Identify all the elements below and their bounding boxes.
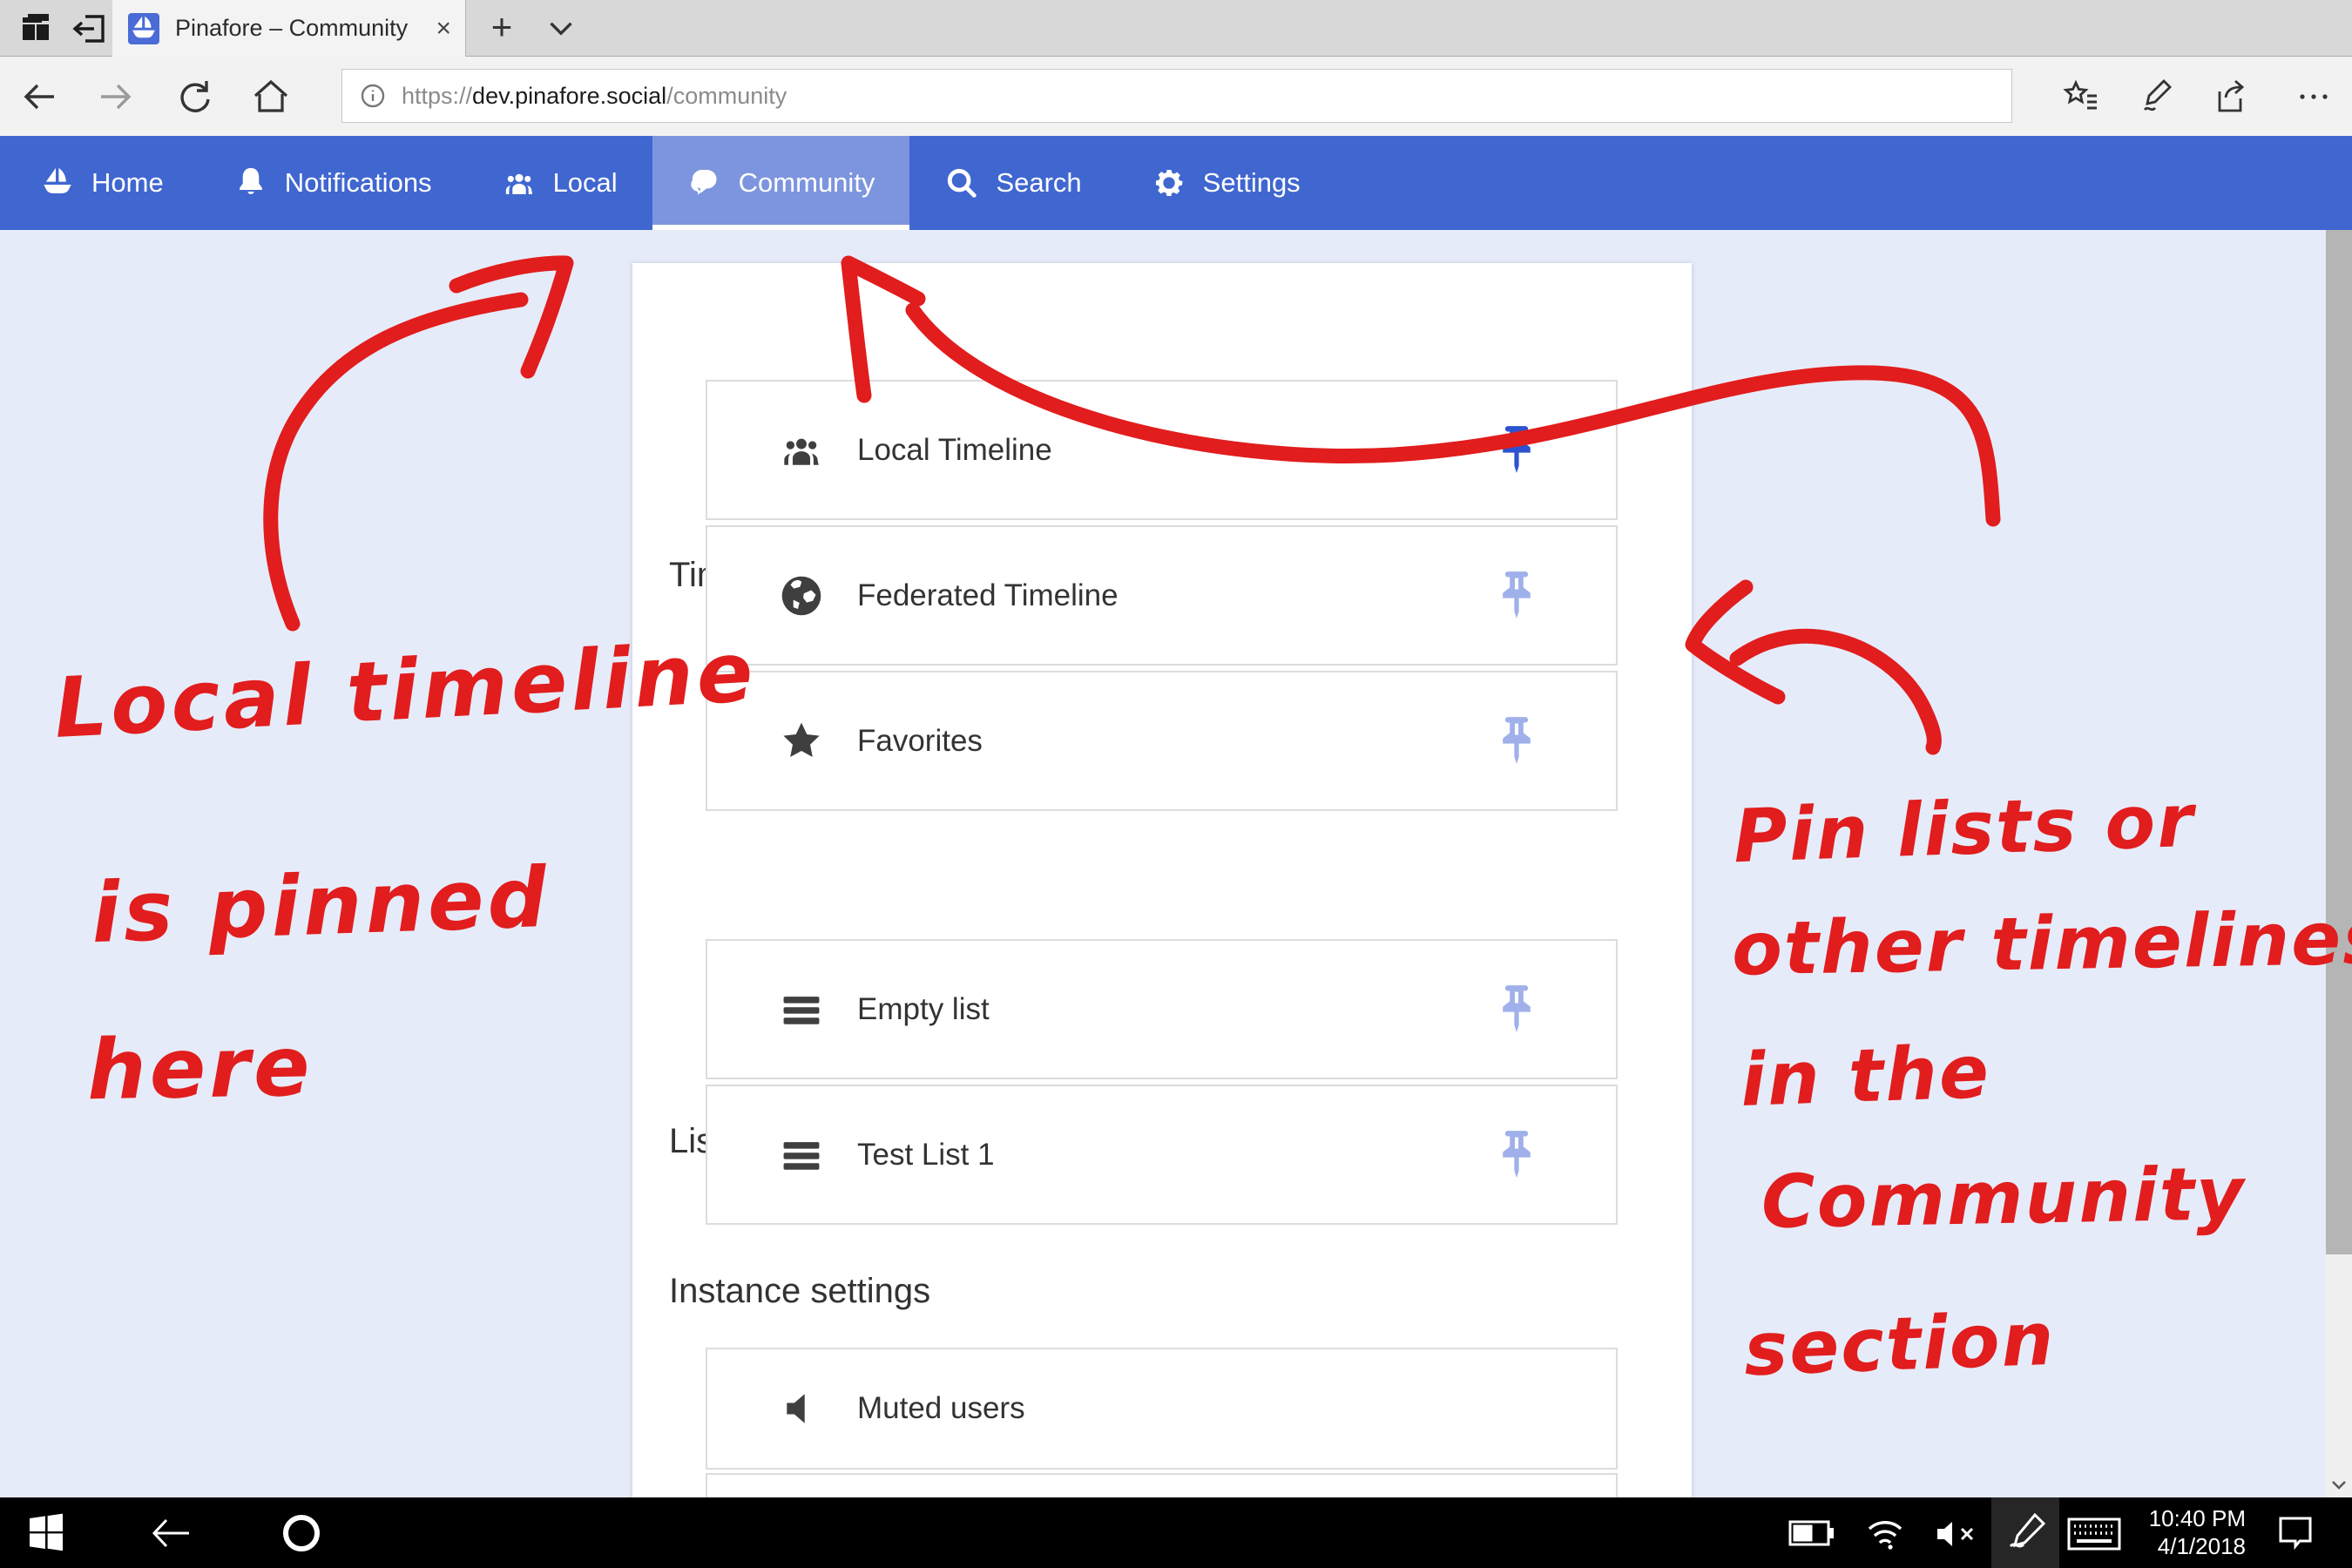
url-path: /community [666,83,787,109]
forward-icon[interactable] [96,77,136,117]
pin-icon[interactable] [1494,570,1539,622]
list-icon [779,987,824,1032]
pinafore-nav: Home Notifications Local Community Searc… [0,136,2352,230]
row-local-timeline[interactable]: Local Timeline [706,380,1618,520]
section-heading-instance-settings: Instance settings [669,1272,930,1311]
address-bar[interactable]: https://dev.pinafore.social/community [341,69,2012,123]
nav-item-home[interactable]: Home [5,136,199,230]
favorites-hub-icon[interactable] [2061,77,2101,117]
bell-icon [233,166,268,200]
nav-item-local[interactable]: Local [467,136,652,230]
cortana-icon[interactable] [277,1509,326,1558]
web-note-pen-icon[interactable] [2138,77,2178,117]
row-favorites[interactable]: Favorites [706,671,1618,811]
globe-icon [779,573,824,618]
row-label: Test List 1 [857,1138,995,1173]
nav-item-community[interactable]: Community [652,136,910,230]
clock-date: 4/1/2018 [2141,1532,2246,1560]
list-icon [779,1132,824,1178]
page-scrollbar[interactable] [2326,230,2352,1497]
muted-speaker-icon [779,1386,824,1431]
volume-muted-icon[interactable] [1932,1517,1977,1551]
chat-bubbles-icon [687,166,722,200]
row-label: Muted users [857,1391,1025,1426]
screen: Pinafore – Community × + https://dev.pin… [0,0,2352,1568]
tab-close-icon[interactable]: × [436,16,451,42]
wifi-icon[interactable] [1864,1515,1906,1553]
tab-list-chevron-icon[interactable] [540,7,582,49]
nav-label: Notifications [285,167,432,199]
browser-tab-bar: Pinafore – Community × + [0,0,2352,57]
row-label: Empty list [857,992,990,1027]
nav-item-notifications[interactable]: Notifications [199,136,467,230]
pin-icon[interactable] [1494,424,1539,476]
new-tab-button[interactable]: + [481,7,523,49]
browser-tab[interactable]: Pinafore – Community × [112,0,466,57]
scrollbar-thumb[interactable] [2326,230,2352,1254]
row-muted-users[interactable]: Muted users [706,1348,1618,1470]
url-text: https://dev.pinafore.social/community [402,83,787,110]
nav-label: Home [91,167,164,199]
row-label: Federated Timeline [857,578,1119,613]
taskbar-clock[interactable]: 10:40 PM 4/1/2018 [2141,1504,2246,1560]
ink-pen-icon [2004,1510,2049,1555]
gear-icon [1152,166,1186,200]
pin-icon[interactable] [1494,983,1539,1036]
start-button-icon[interactable] [23,1510,70,1557]
url-host: dev.pinafore.social [472,83,666,109]
more-options-icon[interactable] [2294,77,2334,117]
nav-label: Community [739,167,875,199]
row-test-list-1[interactable]: Test List 1 [706,1085,1618,1225]
url-scheme: https:// [402,83,472,109]
touch-keyboard-icon[interactable] [2066,1515,2122,1553]
nav-label: Local [553,167,618,199]
nav-item-search[interactable]: Search [909,136,1116,230]
row-label: Favorites [857,724,983,759]
community-card: Timelines Local Timeline Federated Timel… [632,263,1692,1497]
sailboat-icon [40,166,75,200]
star-icon [779,719,824,764]
nav-label: Search [996,167,1081,199]
refresh-icon[interactable] [174,77,214,117]
battery-icon[interactable] [1788,1518,1836,1548]
ink-workspace-tile[interactable] [1991,1497,2059,1568]
community-page: Timelines Local Timeline Federated Timel… [0,230,2352,1497]
nav-label: Settings [1203,167,1301,199]
row-partial[interactable] [706,1473,1618,1497]
tab-preview-icon[interactable] [16,9,56,49]
people-icon [502,166,537,200]
browser-toolbar: https://dev.pinafore.social/community [0,57,2352,136]
row-label: Local Timeline [857,433,1052,468]
home-icon[interactable] [251,77,291,117]
scrollbar-down-icon[interactable] [2326,1471,2352,1497]
magnifier-icon [944,166,979,200]
pinafore-favicon [128,13,159,44]
pin-icon[interactable] [1494,715,1539,767]
back-icon[interactable] [19,77,59,117]
taskbar-back-icon[interactable] [148,1513,193,1553]
windows-taskbar: 10:40 PM 4/1/2018 [0,1497,2352,1568]
row-federated-timeline[interactable]: Federated Timeline [706,525,1618,666]
tab-title: Pinafore – Community [175,15,408,42]
share-icon[interactable] [2213,77,2254,117]
people-icon [779,428,824,473]
nav-item-settings[interactable]: Settings [1117,136,1335,230]
action-center-icon[interactable] [2275,1513,2315,1553]
set-tabs-aside-icon[interactable] [70,9,110,49]
site-info-icon[interactable] [360,83,386,109]
row-empty-list[interactable]: Empty list [706,939,1618,1079]
clock-time: 10:40 PM [2141,1504,2246,1532]
pin-icon[interactable] [1494,1129,1539,1181]
